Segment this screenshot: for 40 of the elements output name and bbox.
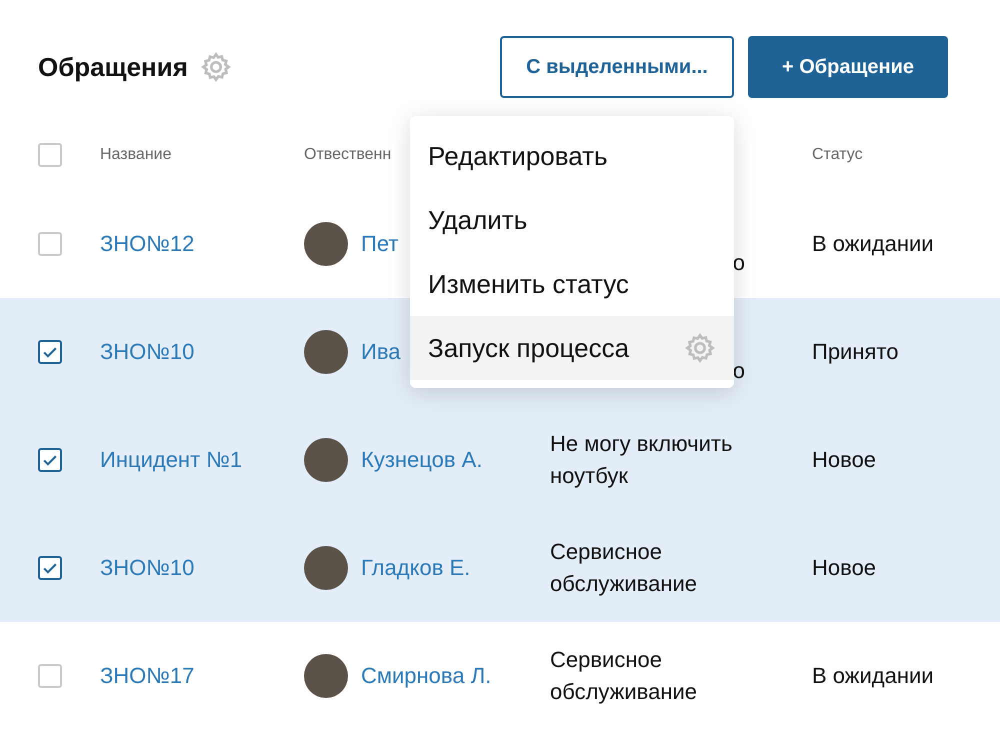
- checkbox[interactable]: [38, 556, 62, 580]
- request-link[interactable]: ЗНО№12: [100, 231, 194, 256]
- status-text: В ожидании: [812, 663, 934, 688]
- description-text: Сервисное обслуживание: [550, 646, 698, 706]
- request-link[interactable]: Инцидент №1: [100, 447, 242, 472]
- menu-item[interactable]: Редактировать: [410, 124, 734, 188]
- column-header: Статус: [812, 146, 863, 163]
- menu-item[interactable]: Изменить статус: [410, 252, 734, 316]
- assignee-name[interactable]: Гладков Е.: [361, 555, 470, 581]
- bulk-actions-button[interactable]: С выделенными...: [500, 36, 734, 98]
- avatar: [304, 438, 348, 482]
- assignee-name[interactable]: Смирнова Л.: [361, 663, 492, 689]
- column-header: Отвественн: [304, 146, 392, 164]
- menu-item[interactable]: Запуск процесса: [410, 316, 734, 380]
- menu-item[interactable]: Удалить: [410, 188, 734, 252]
- avatar: [304, 222, 348, 266]
- status-text: Новое: [812, 447, 876, 472]
- assignee-name[interactable]: Ива: [361, 339, 400, 365]
- assignee-name[interactable]: Кузнецов А.: [361, 447, 482, 473]
- description-text: Сервисное обслуживание: [550, 538, 698, 598]
- avatar: [304, 654, 348, 698]
- create-button[interactable]: + Обращение: [748, 36, 948, 98]
- request-link[interactable]: ЗНО№17: [100, 663, 194, 688]
- column-header: Название: [100, 146, 172, 163]
- description-text: о: [732, 249, 745, 277]
- assignee-name[interactable]: Пет: [361, 231, 398, 257]
- status-text: Новое: [812, 555, 876, 580]
- request-link[interactable]: ЗНО№10: [100, 555, 194, 580]
- settings-icon[interactable]: [200, 51, 232, 83]
- page-title: Обращения: [38, 52, 188, 82]
- avatar: [304, 546, 348, 590]
- request-link[interactable]: ЗНО№10: [100, 339, 194, 364]
- status-text: В ожидании: [812, 231, 934, 256]
- description-text: о: [732, 357, 745, 385]
- status-text: Принято: [812, 339, 898, 364]
- avatar: [304, 330, 348, 374]
- description-text: Не могу включить ноутбук: [550, 430, 734, 490]
- checkbox[interactable]: [38, 340, 62, 364]
- settings-icon[interactable]: [684, 332, 716, 364]
- checkbox[interactable]: [38, 448, 62, 472]
